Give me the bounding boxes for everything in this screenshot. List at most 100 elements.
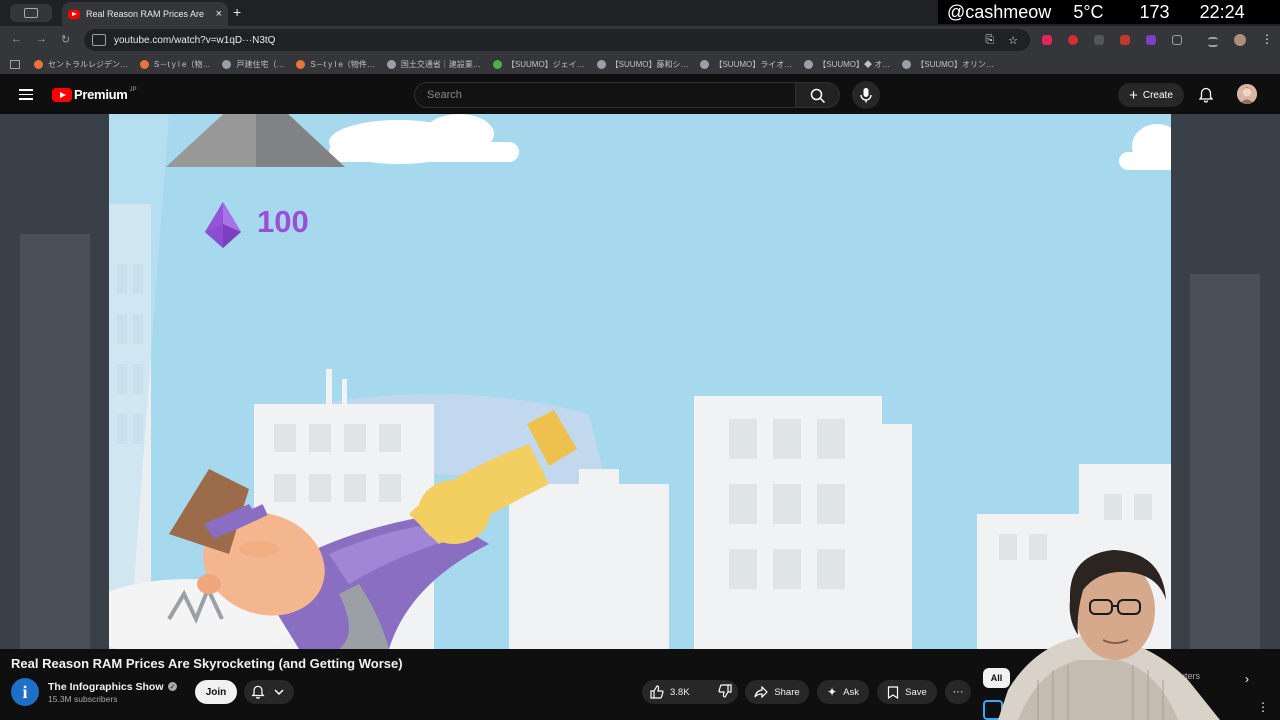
gem-counter-value: 100 xyxy=(257,204,309,239)
plus-icon: + xyxy=(1129,86,1138,104)
youtube-favicon-icon xyxy=(68,9,80,19)
youtube-logo[interactable]: Premium JP xyxy=(52,87,137,102)
reading-list-icon[interactable] xyxy=(1208,37,1218,47)
bookmark-favicon-icon xyxy=(492,59,502,69)
user-avatar[interactable] xyxy=(1237,84,1257,104)
bookmark-item[interactable]: 戸建住宅（… xyxy=(222,59,284,70)
bookmark-item[interactable]: S－t y l e（物件… xyxy=(296,59,375,70)
bookmark-label: S－t y l e（物件… xyxy=(310,59,375,69)
thumbs-down-icon xyxy=(717,683,732,698)
search-button[interactable] xyxy=(796,82,840,108)
bookmark-item[interactable]: 【SUUMO】◆ オ… xyxy=(804,59,890,70)
bookmark-item[interactable]: 国土交通省｜建設業… xyxy=(386,59,481,70)
save-playlist-icon xyxy=(888,685,899,699)
ask-label: Ask xyxy=(843,686,859,698)
bookmark-item[interactable]: S－t y l e（物… xyxy=(140,59,210,70)
temperature-text: 5°C xyxy=(1073,1,1104,22)
address-bar[interactable]: youtube.com/watch?v=w1qD···N3tQ ⎘ ☆ xyxy=(84,29,1030,51)
subscriber-count: 15.3M subscribers xyxy=(48,694,118,704)
like-dislike-group: 3.8K xyxy=(642,680,738,704)
site-info-icon[interactable] xyxy=(92,34,106,46)
bookmark-favicon-icon xyxy=(222,59,232,69)
bookmarks-bar: セントラルレジデン… S－t y l e（物… 戸建住宅（… S－t y l e… xyxy=(0,54,1280,74)
apps-grid-icon[interactable] xyxy=(10,59,20,69)
create-button[interactable]: + Create xyxy=(1118,83,1184,107)
extension-icon[interactable] xyxy=(1094,35,1104,45)
dislike-button[interactable] xyxy=(717,683,732,701)
webcam-overlay xyxy=(998,540,1220,720)
bookmark-favicon-icon xyxy=(596,59,606,69)
more-actions-button[interactable]: ··· xyxy=(945,680,971,704)
bookmark-label: 【SUUMO】◆ オ… xyxy=(818,59,891,69)
chevron-right-icon[interactable]: › xyxy=(1245,672,1249,686)
logo-region: JP xyxy=(129,87,137,93)
browser-menu-icon[interactable]: ⋮ xyxy=(1261,32,1273,46)
extension-icon[interactable] xyxy=(1042,35,1052,45)
video-title: Real Reason RAM Prices Are Skyrocketing … xyxy=(11,656,403,671)
sparkle-icon: ✦ xyxy=(827,685,838,699)
bookmark-favicon-icon xyxy=(296,59,306,69)
reload-icon[interactable]: ↻ xyxy=(61,33,70,46)
forward-icon[interactable]: → xyxy=(36,33,47,45)
notifications-bell-icon xyxy=(251,685,265,699)
save-label: Save xyxy=(905,686,927,698)
youtube-play-icon xyxy=(52,87,72,102)
bookmark-favicon-icon xyxy=(34,59,43,69)
notifications-bell-icon[interactable] xyxy=(1199,87,1213,103)
share-label: Share xyxy=(774,686,800,698)
bookmark-star-icon[interactable]: ☆ xyxy=(1008,34,1018,47)
extension-icon[interactable] xyxy=(1146,35,1156,45)
extension-icon[interactable] xyxy=(1120,35,1130,45)
profile-avatar-icon[interactable] xyxy=(1234,34,1246,46)
bookmark-label: S－t y l e（物… xyxy=(154,59,211,69)
clock-text: 22:24 xyxy=(1199,1,1245,22)
ask-button[interactable]: ✦ Ask xyxy=(817,680,869,704)
verified-badge-icon: ✓ xyxy=(168,682,177,691)
kebab-menu-icon[interactable]: ⋮ xyxy=(1257,700,1269,714)
system-status-overlay: @cashmeow 5°C 173 22:24 xyxy=(938,0,1280,24)
subscription-notifications-button[interactable] xyxy=(244,680,294,704)
new-tab-button[interactable]: + xyxy=(233,4,241,20)
share-button[interactable]: Share xyxy=(745,680,809,704)
thumbs-up-icon xyxy=(650,685,664,699)
logo-text: Premium xyxy=(74,87,128,102)
tab-title: Real Reason RAM Prices Are xyxy=(86,9,205,19)
bookmark-label: 国土交通省｜建設業… xyxy=(400,59,481,69)
tab-search-button[interactable] xyxy=(10,4,52,22)
search-icon xyxy=(810,88,826,104)
bookmark-favicon-icon xyxy=(700,59,710,69)
bookmark-item[interactable]: セントラルレジデン… xyxy=(34,59,128,70)
install-app-icon[interactable]: ⎘ xyxy=(985,34,994,47)
handle-text: @cashmeow xyxy=(947,1,1052,22)
join-button[interactable]: Join xyxy=(195,680,237,704)
back-icon[interactable]: ← xyxy=(11,33,22,45)
url-text: youtube.com/watch?v=w1qD···N3tQ xyxy=(114,34,276,46)
extension-icon[interactable] xyxy=(1068,35,1078,45)
channel-name[interactable]: The Infographics Show xyxy=(48,681,164,693)
bookmark-label: セントラルレジデン… xyxy=(48,59,128,69)
bookmark-item[interactable]: 【SUUMO】ジェイ… xyxy=(492,59,585,70)
bookmark-item[interactable]: 【SUUMO】藤和シ… xyxy=(596,59,689,70)
share-arrow-icon xyxy=(754,686,769,698)
bookmark-favicon-icon xyxy=(386,59,396,69)
bookmark-label: 【SUUMO】ライオ… xyxy=(714,59,793,69)
like-button[interactable]: 3.8K xyxy=(650,685,690,699)
bookmark-item[interactable]: 【SUUMO】オリン… xyxy=(902,59,994,70)
like-count: 3.8K xyxy=(670,686,690,698)
extensions-puzzle-icon[interactable] xyxy=(1172,35,1182,45)
tab-close-icon[interactable]: × xyxy=(216,8,222,20)
bookmark-item[interactable]: 【SUUMO】ライオ… xyxy=(700,59,792,70)
search-placeholder: Search xyxy=(427,89,462,101)
channel-avatar[interactable]: i xyxy=(11,678,39,706)
create-label: Create xyxy=(1142,89,1173,101)
browser-tab-active[interactable]: Real Reason RAM Prices Are × xyxy=(62,2,228,26)
bookmark-label: 【SUUMO】ジェイ… xyxy=(506,59,585,69)
save-button[interactable]: Save xyxy=(877,680,937,704)
hamburger-menu-icon[interactable] xyxy=(19,89,33,100)
bookmark-favicon-icon xyxy=(804,59,814,69)
more-dots-icon: ··· xyxy=(952,686,964,698)
voice-search-button[interactable] xyxy=(852,81,880,109)
search-input[interactable]: Search xyxy=(414,82,796,108)
bookmark-label: 【SUUMO】藤和シ… xyxy=(610,59,689,69)
chevron-down-icon xyxy=(274,689,284,696)
